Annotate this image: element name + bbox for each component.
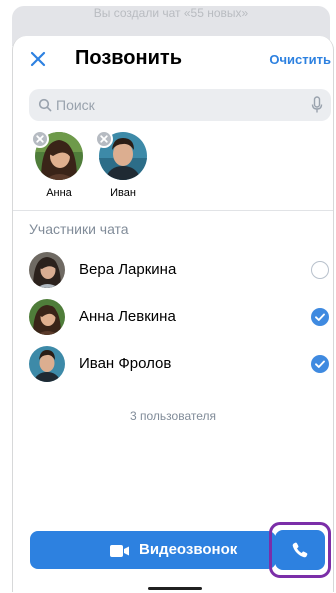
search-icon <box>38 98 52 112</box>
member-row-vera[interactable]: Вера Ларкина <box>13 246 333 294</box>
remove-ivan-button[interactable] <box>95 130 113 148</box>
close-icon[interactable] <box>27 48 49 70</box>
member-name: Вера Ларкина <box>79 261 177 278</box>
selected-chip-anna: Анна <box>31 130 87 206</box>
phone-icon <box>291 541 309 559</box>
avatar <box>29 346 65 382</box>
video-call-label: Видеозвонок <box>139 541 238 558</box>
check-icon[interactable] <box>311 308 329 326</box>
video-call-button[interactable]: Видеозвонок <box>30 531 276 569</box>
divider <box>13 210 333 211</box>
call-sheet: Позвонить Очистить Поиск Анна Иван Участ… <box>12 36 334 592</box>
avatar <box>29 299 65 335</box>
selected-chip-ivan: Иван <box>95 130 151 206</box>
mic-icon[interactable] <box>311 96 323 114</box>
avatar <box>29 252 65 288</box>
background-banner-text: Вы создали чат «55 новых» <box>93 6 249 20</box>
page-title: Позвонить <box>75 47 182 69</box>
participants-count: 3 пользователя <box>130 409 216 423</box>
home-indicator <box>148 587 202 590</box>
sheet-header: Позвонить Очистить <box>13 36 333 82</box>
chip-name: Иван <box>110 187 136 199</box>
section-title: Участники чата <box>29 221 129 237</box>
video-camera-icon <box>110 544 130 557</box>
member-row-anna[interactable]: Анна Левкина <box>13 293 333 341</box>
member-row-ivan[interactable]: Иван Фролов <box>13 340 333 388</box>
clear-button[interactable]: Очистить <box>269 52 331 67</box>
check-icon[interactable] <box>311 355 329 373</box>
search-placeholder: Поиск <box>56 97 95 113</box>
search-input[interactable]: Поиск <box>29 89 331 121</box>
voice-call-button[interactable] <box>275 530 325 570</box>
member-name: Анна Левкина <box>79 308 176 325</box>
member-name: Иван Фролов <box>79 355 172 372</box>
chip-name: Анна <box>46 187 72 199</box>
remove-anna-button[interactable] <box>31 130 49 148</box>
select-checkbox[interactable] <box>311 261 329 279</box>
